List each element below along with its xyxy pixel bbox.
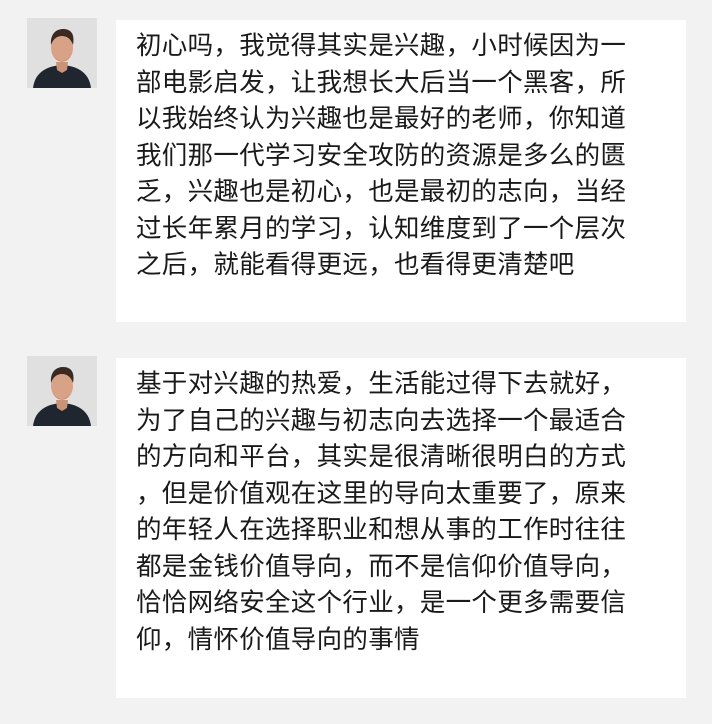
message-bubble[interactable]: 基于对兴趣的热爱，生活能过得下去就好， 为了自己的兴趣与初志向去选择一个最适合 …: [116, 358, 686, 698]
avatar[interactable]: [27, 356, 97, 426]
message-line: 初心吗，我觉得其实是兴趣，小时候因为一: [136, 31, 627, 61]
message-line: 过长年累月的学习，认知维度到了一个层次: [136, 213, 627, 244]
message-line: 我们那一代学习安全攻防的资源是多么的匮: [136, 140, 627, 171]
man-portrait-avatar-icon: [27, 18, 97, 88]
message-line: 的年轻人在选择职业和想从事的工作时往往: [136, 515, 627, 545]
avatar[interactable]: [27, 18, 97, 88]
message-line: 仰，情怀价值导向的事情: [136, 624, 420, 655]
man-portrait-avatar-icon: [27, 356, 97, 426]
message-line: 乏，兴趣也是初心，也是最初的志向，当经: [136, 177, 627, 207]
message-text: 基于对兴趣的热爱，生活能过得下去就好， 为了自己的兴趣与初志向去选择一个最适合 …: [136, 366, 672, 658]
message-text: 初心吗，我觉得其实是兴趣，小时候因为一 部电影启发，让我想长大后当一个黑客，所 …: [136, 28, 672, 284]
message-line: ，但是价值观在这里的导向太重要了，原来: [136, 478, 627, 509]
message-line: 为了自己的兴趣与初志向去选择一个最适合: [136, 405, 627, 436]
message-line: 恰恰网络安全这个行业，是一个更多需要信: [136, 588, 627, 618]
message-line: 以我始终认为兴趣也是最好的老师，你知道: [136, 104, 627, 134]
message-line: 之后，就能看得更远，也看得更清楚吧: [136, 250, 575, 280]
message-line: 基于对兴趣的热爱，生活能过得下去就好，: [136, 369, 627, 399]
message-line: 的方向和平台，其实是很清晰很明白的方式: [136, 442, 627, 472]
message-bubble[interactable]: 初心吗，我觉得其实是兴趣，小时候因为一 部电影启发，让我想长大后当一个黑客，所 …: [116, 20, 686, 322]
message-line: 部电影启发，让我想长大后当一个黑客，所: [136, 67, 627, 98]
message-line: 都是金钱价值导向，而不是信仰价值导向，: [136, 551, 627, 582]
